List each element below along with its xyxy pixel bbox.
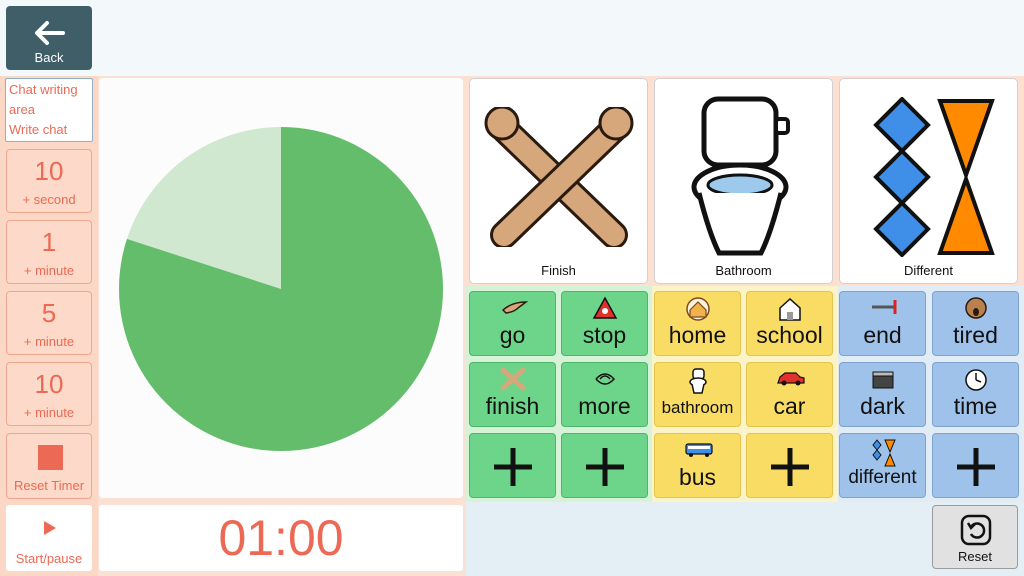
school-icon bbox=[779, 297, 801, 321]
cell-bus[interactable]: bus bbox=[654, 433, 741, 498]
end-line-icon bbox=[872, 300, 897, 314]
yawn-face-icon bbox=[965, 297, 987, 319]
cell-different-word[interactable]: different bbox=[839, 433, 926, 498]
cell-word: bus bbox=[678, 464, 717, 490]
cell-word: go bbox=[499, 322, 526, 348]
button-unit: + minute bbox=[23, 334, 75, 349]
button-unit: + minute bbox=[23, 405, 75, 420]
cell-word: stop bbox=[582, 322, 627, 348]
cell-go[interactable]: go bbox=[469, 291, 556, 356]
cell-word: dark bbox=[860, 393, 905, 419]
plus-icon bbox=[957, 448, 995, 486]
cell-add[interactable] bbox=[561, 433, 648, 498]
cell-word: more bbox=[578, 393, 631, 419]
cell-word: bathroom bbox=[661, 398, 734, 417]
reset-icon bbox=[960, 514, 992, 546]
reset-label: Reset bbox=[958, 549, 992, 564]
cell-end[interactable]: end bbox=[839, 291, 926, 356]
stop-square-icon bbox=[38, 445, 63, 470]
chat-line-3: Write chat bbox=[9, 122, 68, 137]
cell-more[interactable]: more bbox=[561, 362, 648, 427]
cell-time[interactable]: time bbox=[932, 362, 1019, 427]
cell-word: finish bbox=[485, 393, 540, 419]
cell-label: Finish bbox=[541, 263, 576, 278]
cell-dark[interactable]: dark bbox=[839, 362, 926, 427]
back-button[interactable]: Back bbox=[6, 6, 92, 70]
plus-icon bbox=[494, 448, 532, 486]
cell-stop[interactable]: stop bbox=[561, 291, 648, 356]
add-5-minutes-button[interactable]: 5 + minute bbox=[6, 291, 92, 355]
plus-icon bbox=[771, 448, 809, 486]
button-number: 10 bbox=[34, 369, 64, 399]
toilet-icon bbox=[691, 96, 790, 256]
back-label: Back bbox=[34, 50, 64, 65]
arrow-left-icon bbox=[35, 21, 65, 45]
plus-icon bbox=[586, 448, 624, 486]
cell-finish-word[interactable]: finish bbox=[469, 362, 556, 427]
add-1-minute-button[interactable]: 1 + minute bbox=[6, 220, 92, 284]
cell-label: Bathroom bbox=[715, 263, 772, 278]
cell-word: time bbox=[953, 393, 998, 419]
cell-different[interactable]: Different bbox=[839, 78, 1018, 284]
cell-add[interactable] bbox=[469, 433, 556, 498]
stop-sign-icon bbox=[592, 296, 618, 319]
crossed-arms-icon bbox=[500, 367, 526, 391]
cell-bathroom[interactable]: Bathroom bbox=[654, 78, 833, 284]
toilet-icon bbox=[689, 368, 707, 394]
play-icon bbox=[44, 521, 56, 535]
pointing-hand-icon bbox=[501, 301, 529, 314]
more-hands-icon bbox=[595, 373, 616, 385]
reset-timer-label: Reset Timer bbox=[13, 478, 85, 493]
start-pause-label: Start/pause bbox=[15, 551, 83, 566]
reset-button[interactable]: Reset bbox=[932, 505, 1018, 569]
button-unit: + minute bbox=[23, 263, 75, 278]
cell-word: tired bbox=[953, 322, 998, 348]
add-10-seconds-button[interactable]: 10 + second bbox=[6, 149, 92, 213]
cell-car[interactable]: car bbox=[746, 362, 833, 427]
button-number: 1 bbox=[41, 227, 57, 257]
chat-writing-area[interactable]: Chat writing area Write chat bbox=[5, 78, 93, 142]
different-shapes-icon bbox=[872, 439, 896, 467]
cell-word: car bbox=[773, 393, 806, 419]
car-icon bbox=[777, 372, 805, 386]
top-bar bbox=[0, 0, 1024, 76]
button-number: 5 bbox=[41, 298, 57, 328]
cell-word: home bbox=[668, 322, 727, 348]
chat-line-1: Chat writing bbox=[9, 82, 78, 97]
cell-tired[interactable]: tired bbox=[932, 291, 1019, 356]
cell-label: Different bbox=[904, 263, 953, 278]
cell-add[interactable] bbox=[746, 433, 833, 498]
chat-line-2: area bbox=[9, 102, 36, 117]
timer-pie bbox=[119, 127, 444, 451]
crossed-arms-icon bbox=[484, 107, 634, 247]
cell-finish[interactable]: Finish bbox=[469, 78, 648, 284]
cell-school[interactable]: school bbox=[746, 291, 833, 356]
button-number: 10 bbox=[34, 156, 64, 186]
cell-bathroom-word[interactable]: bathroom bbox=[654, 362, 741, 427]
different-shapes-icon bbox=[873, 97, 995, 257]
cell-word: end bbox=[863, 322, 902, 348]
house-icon bbox=[686, 297, 710, 321]
add-10-minutes-button[interactable]: 10 + minute bbox=[6, 362, 92, 426]
cell-word: different bbox=[848, 467, 917, 488]
timer-pie-panel bbox=[99, 78, 463, 498]
reset-timer-button[interactable]: Reset Timer bbox=[6, 433, 92, 499]
cell-add[interactable] bbox=[932, 433, 1019, 498]
cell-word: school bbox=[756, 322, 823, 348]
cell-home[interactable]: home bbox=[654, 291, 741, 356]
button-unit: + second bbox=[22, 192, 76, 207]
clock-icon bbox=[965, 369, 987, 391]
timer-display: 01:00 bbox=[99, 505, 463, 571]
dark-shade-icon bbox=[872, 371, 894, 389]
start-pause-button[interactable]: Start/pause bbox=[6, 505, 92, 571]
bus-icon bbox=[685, 443, 713, 457]
